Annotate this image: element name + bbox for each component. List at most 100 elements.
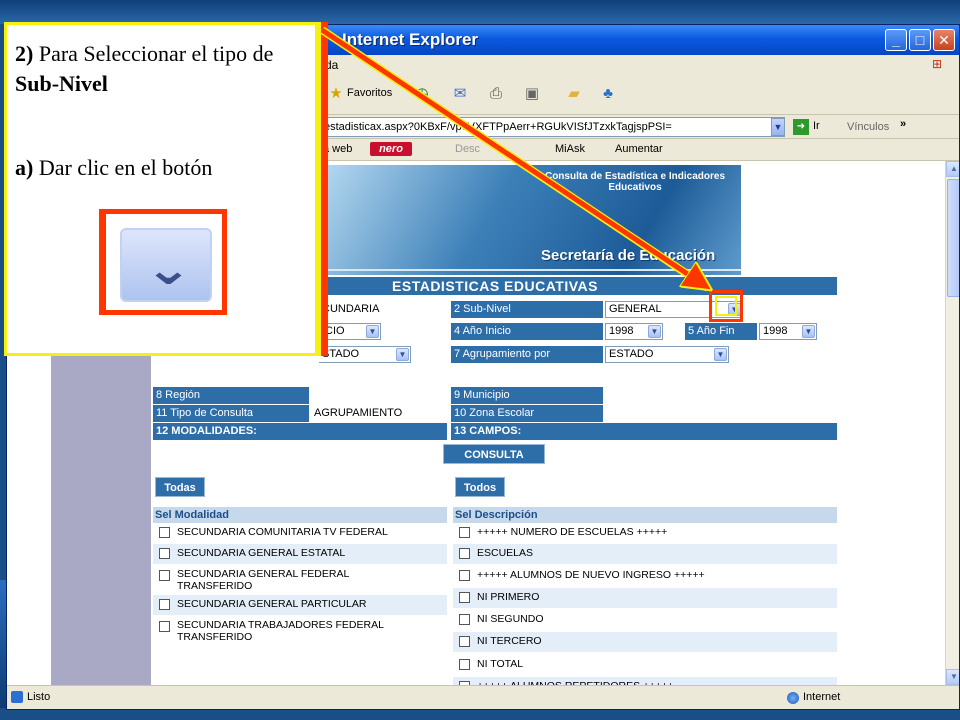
vertical-scrollbar[interactable]: ▲ ▼ [945, 161, 959, 685]
address-dropdown-icon[interactable]: ▼ [771, 118, 785, 136]
scroll-up-icon[interactable]: ▲ [946, 161, 959, 177]
list-item[interactable]: +++++ NUMERO DE ESCUELAS +++++ [453, 523, 837, 543]
nivel-value: CUNDARIA [322, 303, 380, 315]
banner-subtitle: Consulta de Estadística e Indicadores Ed… [544, 171, 726, 193]
anio-fin-dropdown-icon[interactable]: ▼ [802, 325, 815, 338]
favorites-button[interactable]: Favoritos [347, 87, 392, 99]
slide-background-top [0, 0, 960, 24]
checkbox[interactable] [459, 659, 470, 670]
modalidades-header: 12 MODALIDADES: [153, 423, 447, 440]
checkbox[interactable] [459, 636, 470, 647]
edit-icon[interactable]: ▣ [521, 83, 543, 105]
zoomed-dropdown-button: ⌄ [99, 209, 227, 315]
list-item[interactable]: NI SEGUNDO [453, 610, 837, 630]
consulta-button[interactable]: CONSULTA [443, 444, 545, 464]
checkbox[interactable] [159, 527, 170, 538]
checkbox[interactable] [459, 527, 470, 538]
list-item[interactable]: SECUNDARIA GENERAL FEDERAL TRANSFERIDO [153, 566, 447, 594]
ciclo-dropdown-icon[interactable]: ▼ [366, 325, 379, 338]
folder-icon[interactable]: ▰ [563, 83, 585, 105]
list-item[interactable]: NI PRIMERO [453, 588, 837, 608]
todas-button[interactable]: Todas [155, 477, 205, 497]
checkbox[interactable] [159, 621, 170, 632]
agrupamiento-select[interactable]: ESTADO ▼ [605, 346, 729, 363]
scroll-thumb[interactable] [947, 179, 959, 297]
link-miask[interactable]: MiAsk [555, 143, 585, 155]
list-item[interactable]: SECUNDARIA GENERAL PARTICULAR [153, 595, 447, 615]
checkbox[interactable] [159, 599, 170, 610]
list-item[interactable]: SECUNDARIA COMUNITARIA TV FEDERAL [153, 523, 447, 543]
link-aumentar[interactable]: Aumentar [615, 143, 663, 155]
anio-fin-label: 5 Año Fin [685, 323, 757, 340]
scroll-down-icon[interactable]: ▼ [946, 669, 959, 685]
todos-button[interactable]: Todos [455, 477, 505, 497]
list-item-label: SECUNDARIA GENERAL FEDERAL TRANSFERIDO [177, 568, 349, 592]
list-item[interactable]: +++++ ALUMNOS DE NUEVO INGRESO +++++ [453, 566, 837, 586]
agrupamiento-dropdown-icon[interactable]: ▼ [714, 348, 727, 361]
callout-step-number: 2) [15, 41, 34, 66]
callout-substep: a) Dar clic en el botón [15, 153, 315, 183]
callout-step-text: Para Seleccionar el tipo de [38, 41, 274, 66]
anio-inicio-value: 1998 [609, 325, 634, 337]
link-download[interactable]: Desc [455, 143, 480, 155]
callout-substep-label: a) [15, 155, 34, 180]
checkbox[interactable] [159, 548, 170, 559]
anio-fin-select[interactable]: 1998 ▼ [759, 323, 817, 340]
region-label[interactable]: 8 Región [153, 387, 309, 404]
checkbox[interactable] [459, 592, 470, 603]
list-item[interactable]: NI TOTAL [453, 655, 837, 675]
page-icon [11, 691, 23, 703]
modalidad-name-header: Modalidad [174, 509, 229, 521]
links-chevron-icon[interactable]: » [900, 118, 906, 130]
list-item[interactable]: SECUNDARIA TRABAJADORES FEDERAL TRANSFER… [153, 617, 447, 647]
nero-logo[interactable]: nero [370, 142, 412, 156]
maximize-button[interactable]: □ [909, 29, 931, 51]
status-text: Listo [27, 691, 51, 703]
zoomed-button-face: ⌄ [120, 228, 212, 302]
campos-sel-header: Sel [455, 509, 472, 521]
list-item[interactable]: +++++ ALUMNOS REPETIDORES +++++ [453, 677, 837, 685]
municipio-label[interactable]: 9 Municipio [451, 387, 603, 404]
anio-inicio-dropdown-icon[interactable]: ▼ [648, 325, 661, 338]
anio-inicio-label: 4 Año Inicio [451, 323, 603, 340]
checkbox[interactable] [159, 570, 170, 581]
banner-title: Secretaría de Educación [541, 247, 716, 264]
instruction-callout: 2) Para Seleccionar el tipo de Sub-Nivel… [4, 22, 318, 356]
checkbox[interactable] [459, 614, 470, 625]
print-icon[interactable]: ⎙ [485, 83, 507, 105]
callout-step-bold: Sub-Nivel [15, 71, 108, 96]
list-item-label: NI TOTAL [477, 658, 524, 670]
zona-escolar-label[interactable]: 10 Zona Escolar [451, 405, 603, 422]
campos-name-header: Descripción [474, 509, 538, 521]
messenger-icon[interactable]: ♣ [597, 83, 619, 105]
history-icon[interactable]: ◷ [411, 83, 433, 105]
address-input[interactable]: estadisticax.aspx?0KBxF/vp6VXFTPpAerr+RG… [319, 117, 785, 137]
minimize-button[interactable]: _ [885, 29, 907, 51]
list-item[interactable]: NI TERCERO [453, 632, 837, 652]
checkbox[interactable] [459, 570, 470, 581]
ambito-select[interactable]: STADO ▼ [319, 346, 411, 363]
tipo-consulta-value: AGRUPAMIENTO [314, 407, 403, 419]
campos-header: 13 CAMPOS: [451, 423, 837, 440]
agrupamiento-value: ESTADO [609, 348, 654, 360]
mail-icon[interactable]: ✉ [449, 83, 471, 105]
star-icon[interactable]: ★ [325, 83, 347, 105]
modalidad-sel-header: Sel [155, 509, 172, 521]
list-item[interactable]: ESCUELAS [453, 544, 837, 564]
ciclo-select[interactable]: ICIO ▼ [319, 323, 381, 340]
close-button[interactable]: ✕ [933, 29, 955, 51]
anio-inicio-select[interactable]: 1998 ▼ [605, 323, 663, 340]
go-button[interactable]: ➜ Ir [793, 118, 827, 136]
callout-substep-text: Dar clic en el botón [38, 155, 213, 180]
modalidad-list-header: Sel Modalidad [153, 507, 447, 523]
list-item[interactable]: SECUNDARIA GENERAL ESTATAL [153, 544, 447, 564]
status-bar: Listo Internet [7, 685, 959, 709]
list-item-label: ESCUELAS [477, 547, 534, 559]
links-label[interactable]: Vínculos [847, 121, 889, 133]
banner: Consulta de Estadística e Indicadores Ed… [325, 165, 741, 275]
ambito-dropdown-icon[interactable]: ▼ [396, 348, 409, 361]
checkbox[interactable] [459, 548, 470, 559]
callout-red-bar [318, 22, 328, 356]
list-item-label: SECUNDARIA COMUNITARIA TV FEDERAL [177, 526, 388, 538]
window-title: Internet Explorer [342, 30, 479, 49]
